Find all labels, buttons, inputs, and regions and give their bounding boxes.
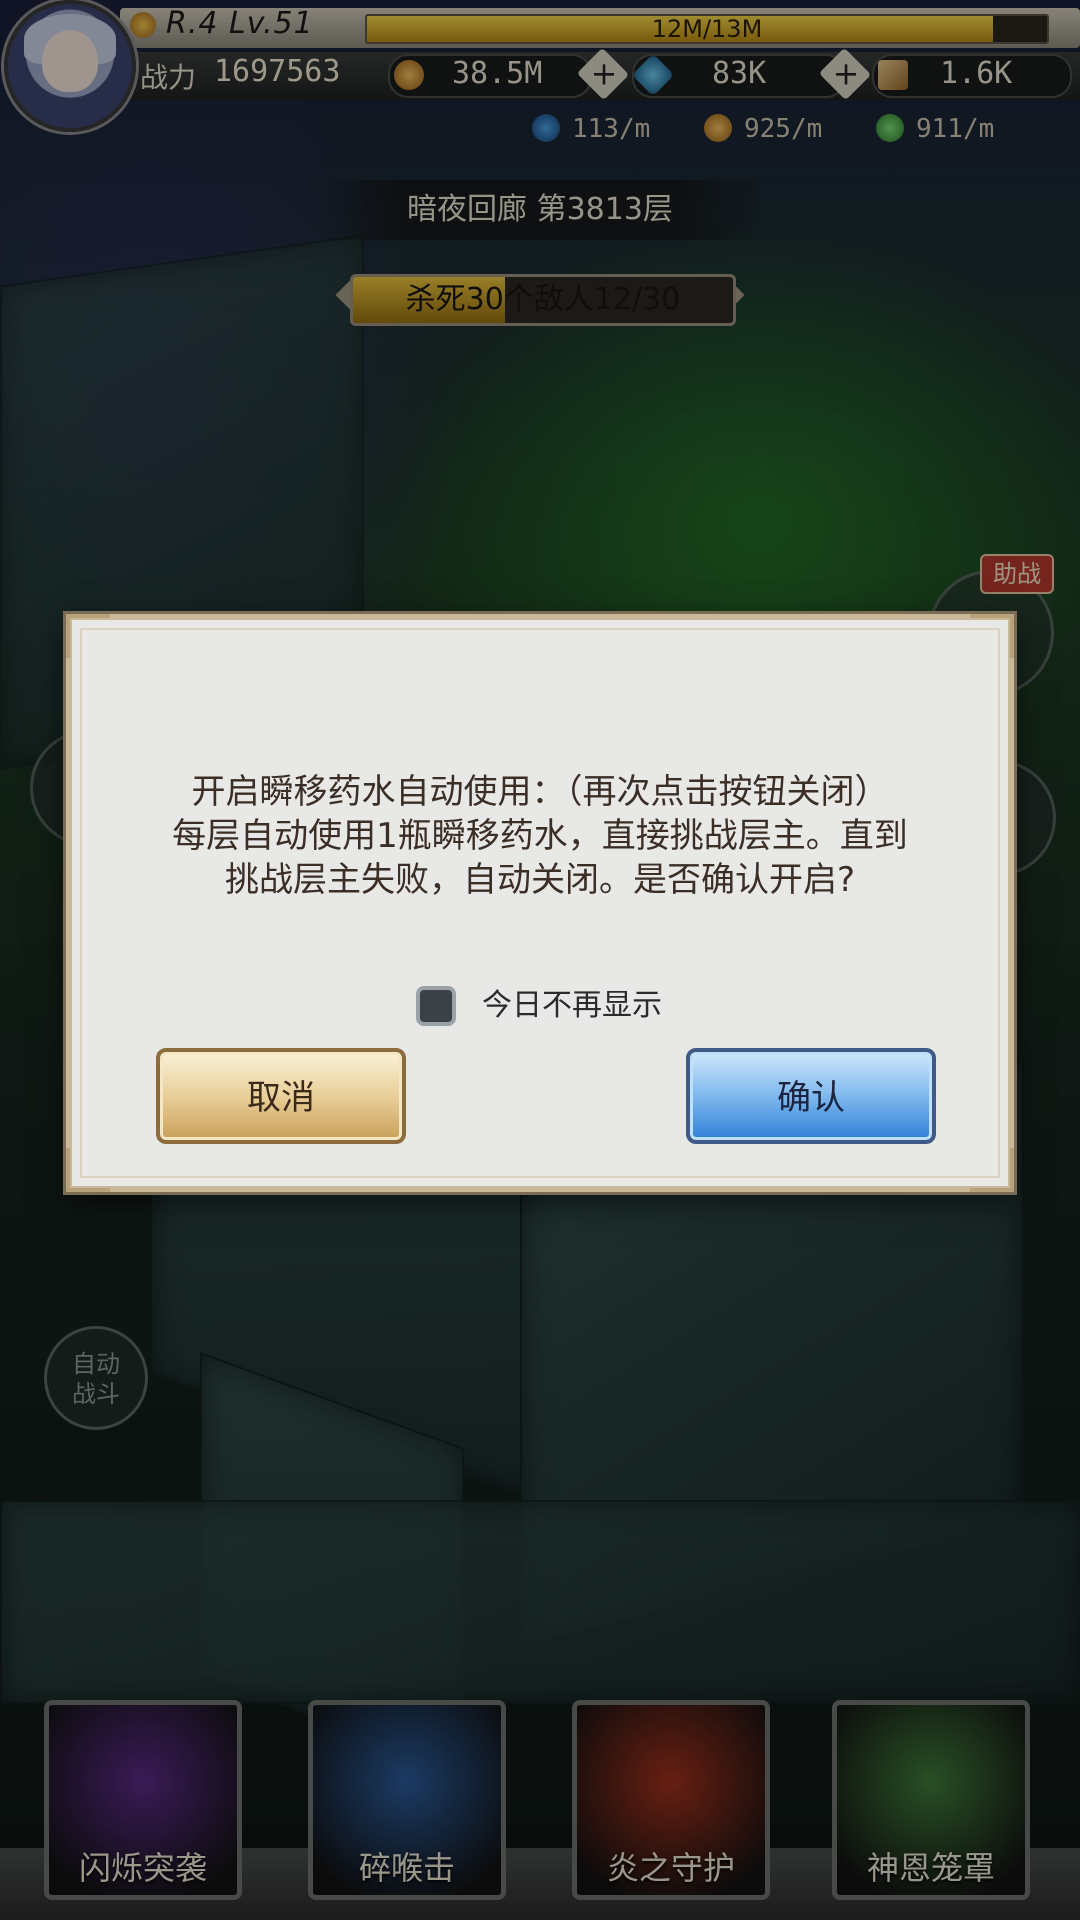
dialog-corner-ornament xyxy=(66,1148,110,1192)
confirm-button[interactable]: 确认 xyxy=(686,1048,936,1144)
dialog-corner-ornament xyxy=(970,1148,1014,1192)
dont-show-today-label[interactable]: 今日不再显示 xyxy=(482,986,662,1026)
cancel-button[interactable]: 取消 xyxy=(156,1048,406,1144)
game-scene: 12M/13M R.4 Lv.51 战力 1697563 38.5M + 83K… xyxy=(0,0,1080,1920)
dialog-message-line: 每层自动使用1瓶瞬移药水，直接挑战层主。直到 xyxy=(172,816,908,856)
dialog-corner-ornament xyxy=(970,614,1014,658)
dialog-corner-ornament xyxy=(66,614,110,658)
dialog-message: 开启瞬移药水自动使用：（再次点击按钮关闭） 每层自动使用1瓶瞬移药水，直接挑战层… xyxy=(112,770,968,902)
dialog-message-line: 开启瞬移药水自动使用：（再次点击按钮关闭） xyxy=(191,772,889,812)
confirm-dialog: 开启瞬移药水自动使用：（再次点击按钮关闭） 每层自动使用1瓶瞬移药水，直接挑战层… xyxy=(66,614,1014,1192)
dialog-message-line: 挑战层主失败，自动关闭。是否确认开启? xyxy=(224,860,856,900)
dont-show-today-checkbox[interactable] xyxy=(416,986,456,1026)
